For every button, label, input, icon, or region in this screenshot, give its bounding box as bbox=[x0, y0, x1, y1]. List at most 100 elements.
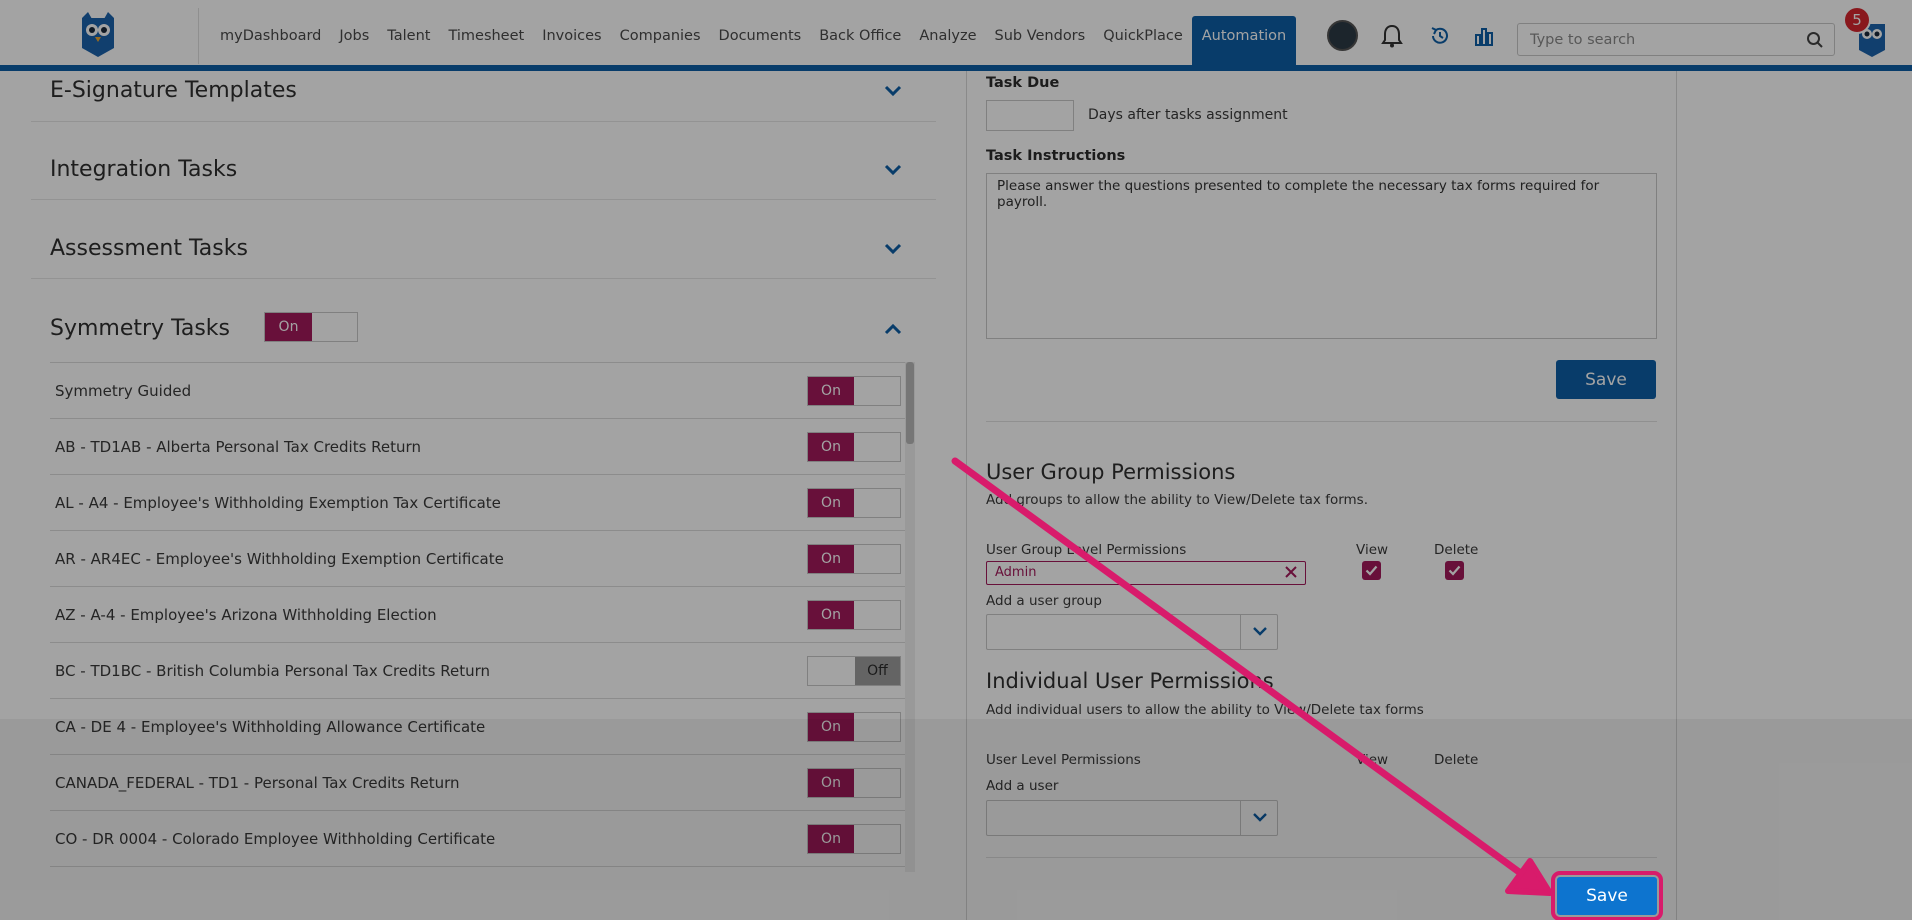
task-label: CO - DR 0004 - Colorado Employee Withhol… bbox=[55, 830, 496, 848]
toggle-track bbox=[854, 433, 900, 461]
chevron-down-icon[interactable] bbox=[884, 85, 902, 97]
task-list-scrollbar[interactable] bbox=[905, 362, 915, 872]
main-nav: myDashboard Jobs Talent Timesheet Invoic… bbox=[211, 16, 1297, 65]
task-due-label: Task Due bbox=[986, 75, 1060, 91]
chevron-down-icon[interactable] bbox=[884, 164, 902, 176]
accordion-esignature-templates[interactable]: E-Signature Templates bbox=[31, 71, 936, 122]
toggle-on-label: On bbox=[808, 545, 854, 573]
accordion-integration-tasks[interactable]: Integration Tasks bbox=[31, 139, 936, 200]
nav-invoices[interactable]: Invoices bbox=[533, 16, 610, 65]
bell-icon[interactable] bbox=[1376, 20, 1408, 52]
add-user-dropdown[interactable] bbox=[986, 800, 1278, 836]
save-instructions-button[interactable]: Save bbox=[1556, 360, 1656, 399]
toggle-track bbox=[854, 545, 900, 573]
nav-analyze[interactable]: Analyze bbox=[910, 16, 985, 65]
nav-sub-vendors[interactable]: Sub Vendors bbox=[986, 16, 1095, 65]
task-toggle[interactable]: On bbox=[807, 488, 901, 518]
list-item: CO - DR 0004 - Colorado Employee Withhol… bbox=[50, 811, 908, 867]
toggle-track bbox=[808, 657, 855, 685]
list-item: AL - A4 - Employee's Withholding Exempti… bbox=[50, 475, 908, 531]
section-divider bbox=[986, 421, 1657, 422]
task-due-days-input[interactable] bbox=[986, 100, 1074, 131]
nav-talent[interactable]: Talent bbox=[378, 16, 439, 65]
task-toggle[interactable]: On bbox=[807, 768, 901, 798]
task-toggle[interactable]: Off bbox=[807, 656, 901, 686]
toggle-on-label: On bbox=[808, 377, 854, 405]
dropdown-separator bbox=[1240, 801, 1241, 835]
toggle-track bbox=[854, 769, 900, 797]
nav-jobs[interactable]: Jobs bbox=[330, 16, 378, 65]
delete-column-label: Delete bbox=[1434, 542, 1479, 558]
task-label: CA - DE 4 - Employee's Withholding Allow… bbox=[55, 718, 486, 736]
toggle-on-label: On bbox=[808, 713, 854, 741]
toggle-on-label: On bbox=[808, 601, 854, 629]
nav-timesheet[interactable]: Timesheet bbox=[439, 16, 533, 65]
accordion-assessment-tasks[interactable]: Assessment Tasks bbox=[31, 218, 936, 279]
task-instructions-textarea[interactable]: Please answer the questions presented to… bbox=[986, 173, 1657, 339]
panel-edge bbox=[1676, 71, 1677, 920]
toggle-track bbox=[854, 601, 900, 629]
user-level-label: User Level Permissions bbox=[986, 752, 1141, 768]
list-item: BC - TD1BC - British Columbia Personal T… bbox=[50, 643, 908, 699]
task-label: AZ - A-4 - Employee's Arizona Withholdin… bbox=[55, 606, 437, 624]
save-permissions-button[interactable]: Save bbox=[1551, 871, 1663, 920]
scrollbar-thumb[interactable] bbox=[906, 362, 914, 444]
task-toggle[interactable]: On bbox=[807, 544, 901, 574]
individual-user-permissions-description: Add individual users to allow the abilit… bbox=[986, 702, 1424, 718]
nav-automation[interactable]: Automation bbox=[1191, 16, 1297, 65]
chevron-down-icon[interactable] bbox=[1251, 810, 1269, 824]
days-after-label: Days after tasks assignment bbox=[1088, 107, 1288, 123]
top-navigation-bar: myDashboard Jobs Talent Timesheet Invoic… bbox=[0, 0, 1912, 71]
chevron-down-icon[interactable] bbox=[884, 243, 902, 255]
view-permission-checkbox[interactable] bbox=[1362, 561, 1381, 580]
list-item: Symmetry Guided On bbox=[50, 363, 908, 419]
history-icon[interactable] bbox=[1424, 20, 1456, 52]
accordion-title[interactable]: Symmetry Tasks bbox=[50, 316, 230, 341]
nav-mydashboard[interactable]: myDashboard bbox=[211, 16, 330, 65]
list-item: CANADA_FEDERAL - TD1 - Personal Tax Cred… bbox=[50, 755, 908, 811]
toggle-track bbox=[312, 313, 357, 341]
accordion-title: E-Signature Templates bbox=[50, 78, 297, 103]
toggle-track bbox=[854, 377, 900, 405]
delete-permission-checkbox[interactable] bbox=[1445, 561, 1464, 580]
add-user-label: Add a user bbox=[986, 778, 1059, 794]
task-label: AR - AR4EC - Employee's Withholding Exem… bbox=[55, 550, 504, 568]
symmetry-task-list: Symmetry Guided On AB - TD1AB - Alberta … bbox=[50, 362, 908, 872]
nav-documents[interactable]: Documents bbox=[710, 16, 811, 65]
list-item: AR - AR4EC - Employee's Withholding Exem… bbox=[50, 531, 908, 587]
task-toggle[interactable]: On bbox=[807, 824, 901, 854]
notification-badge: 5 bbox=[1843, 6, 1871, 34]
task-toggle[interactable]: On bbox=[807, 600, 901, 630]
search-icon[interactable] bbox=[1806, 31, 1824, 49]
add-user-group-label: Add a user group bbox=[986, 593, 1102, 609]
column-divider bbox=[966, 71, 967, 920]
user-group-permissions-heading: User Group Permissions bbox=[986, 460, 1236, 484]
nav-back-office[interactable]: Back Office bbox=[810, 16, 910, 65]
analytics-chart-icon[interactable] bbox=[1468, 20, 1500, 52]
user-avatar[interactable] bbox=[1327, 20, 1358, 51]
delete-column-label: Delete bbox=[1434, 752, 1479, 768]
checkmark-icon bbox=[1448, 565, 1461, 576]
task-label: AB - TD1AB - Alberta Personal Tax Credit… bbox=[55, 438, 421, 456]
toggle-off-label: Off bbox=[855, 657, 900, 685]
task-toggle[interactable]: On bbox=[807, 432, 901, 462]
dropdown-separator bbox=[1240, 615, 1241, 649]
company-owl-logo[interactable] bbox=[78, 12, 118, 58]
add-user-group-dropdown[interactable] bbox=[986, 614, 1278, 650]
accordion-title: Integration Tasks bbox=[50, 157, 238, 182]
search-input[interactable] bbox=[1518, 24, 1788, 55]
user-group-chip-admin: Admin bbox=[986, 561, 1306, 585]
nav-companies[interactable]: Companies bbox=[611, 16, 710, 65]
chevron-down-icon[interactable] bbox=[1251, 624, 1269, 638]
task-label: Symmetry Guided bbox=[55, 382, 192, 400]
chevron-up-icon[interactable] bbox=[884, 323, 902, 335]
task-toggle[interactable]: On bbox=[807, 712, 901, 742]
toggle-track bbox=[854, 489, 900, 517]
individual-user-permissions-heading: Individual User Permissions bbox=[986, 669, 1274, 693]
task-toggle[interactable]: On bbox=[807, 376, 901, 406]
remove-chip-icon[interactable] bbox=[1283, 564, 1299, 580]
nav-quickplace[interactable]: QuickPlace bbox=[1094, 16, 1192, 65]
user-group-permissions-description: Add groups to allow the ability to View/… bbox=[986, 492, 1369, 508]
symmetry-tasks-toggle[interactable]: On bbox=[264, 312, 358, 342]
section-divider bbox=[986, 857, 1657, 858]
